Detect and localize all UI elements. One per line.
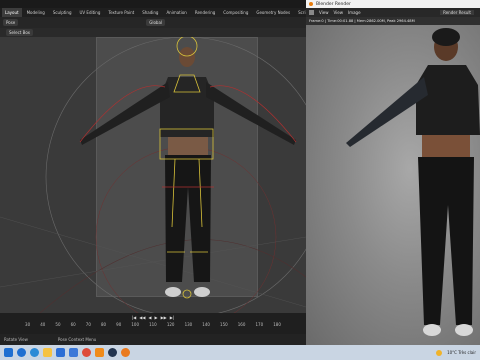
frame-label: 60	[70, 322, 76, 327]
orientation-dropdown[interactable]: Global	[146, 19, 166, 26]
workspace-tab-bar: Layout Modeling Sculpting UV Editing Tex…	[0, 8, 306, 17]
frame-label: 160	[237, 322, 246, 327]
chrome-icon[interactable]	[82, 348, 91, 357]
windows-taskbar: 10°C Très clair	[0, 345, 480, 360]
title-strip	[0, 0, 306, 8]
tab-geometry-nodes[interactable]: Geometry Nodes	[253, 8, 293, 17]
tab-layout[interactable]: Layout	[2, 8, 22, 17]
frame-label: 180	[273, 322, 281, 327]
system-tray: 10°C Très clair	[436, 345, 476, 360]
frame-label: 70	[85, 322, 91, 327]
tab-modeling[interactable]: Modeling	[24, 8, 48, 17]
tab-compositing[interactable]: Compositing	[220, 8, 251, 17]
menu-view-2[interactable]: View	[334, 10, 344, 15]
mail-icon[interactable]	[56, 348, 65, 357]
tab-animation[interactable]: Animation	[163, 8, 189, 17]
tab-texture-paint[interactable]: Texture Paint	[105, 8, 137, 17]
edge-icon[interactable]	[30, 348, 39, 357]
render-slot-dropdown[interactable]: Render Result	[440, 10, 474, 15]
rendered-character	[346, 28, 480, 336]
render-result-image[interactable]	[306, 25, 480, 345]
play-button[interactable]: ▶	[155, 315, 158, 320]
menu-view[interactable]: View	[319, 10, 329, 15]
status-bar: Rotate View Pose Context Menu	[0, 334, 306, 345]
render-info-bar: Frame:0 | Time:00:01.88 | Mem:2862.00M, …	[306, 17, 480, 25]
vlc-icon[interactable]	[95, 348, 104, 357]
frame-label: 80	[100, 322, 107, 327]
render-titlebar: Blender Render	[306, 0, 480, 8]
frame-label: 150	[220, 322, 228, 327]
mode-dropdown[interactable]: Pose	[3, 19, 19, 26]
frame-label: 50	[55, 322, 61, 327]
frame-label: 90	[116, 322, 122, 327]
3d-viewport[interactable]	[0, 37, 306, 313]
menu-image[interactable]: Image	[348, 10, 361, 15]
frame-label: 40	[40, 322, 46, 327]
render-menubar: View View Image Render Result	[306, 8, 480, 17]
render-window: Blender Render View View Image Render Re…	[306, 0, 480, 345]
frame-label: 140	[202, 322, 210, 327]
blender-logo-icon	[309, 2, 313, 6]
tab-sculpting[interactable]: Sculpting	[50, 8, 75, 17]
frame-label: 170	[255, 322, 264, 327]
rig-overlay	[0, 37, 306, 313]
status-hint-context-menu: Pose Context Menu	[57, 337, 97, 342]
weather-icon	[436, 349, 443, 356]
jump-start-button[interactable]: |◀	[132, 315, 136, 320]
frame-label: 120	[166, 322, 175, 327]
play-reverse-button[interactable]: ◀	[148, 315, 151, 320]
character-silhouette	[80, 47, 296, 297]
frame-label: 130	[184, 322, 193, 327]
tool-header: Select Box	[0, 28, 306, 37]
viewport-header: Pose Global	[0, 17, 306, 28]
status-hint-rotate: Rotate View	[4, 337, 28, 342]
explorer-icon[interactable]	[43, 348, 52, 357]
weather-label[interactable]: 10°C Très clair	[447, 350, 476, 355]
select-box-dropdown[interactable]: Select Box	[6, 29, 34, 36]
store-icon[interactable]	[69, 348, 78, 357]
prev-keyframe-button[interactable]: ◀◀	[139, 315, 145, 320]
tab-uv-editing[interactable]: UV Editing	[77, 8, 104, 17]
start-icon[interactable]	[4, 348, 13, 357]
playback-controls: |◀ ◀◀ ◀ ▶ ▶▶ ▶|	[0, 313, 306, 321]
frame-label: 100	[131, 322, 139, 327]
blender-icon[interactable]	[121, 348, 130, 357]
jump-end-button[interactable]: ▶|	[170, 315, 174, 320]
blender-main-window: Layout Modeling Sculpting UV Editing Tex…	[0, 0, 306, 345]
search-icon[interactable]	[17, 348, 26, 357]
tab-shading[interactable]: Shading	[139, 8, 161, 17]
frame-label: 30	[25, 322, 31, 327]
window-title: Blender Render	[316, 1, 351, 7]
steam-icon[interactable]	[108, 348, 117, 357]
next-keyframe-button[interactable]: ▶▶	[161, 315, 167, 320]
tab-rendering[interactable]: Rendering	[192, 8, 218, 17]
tab-scripting[interactable]: Scripting	[295, 8, 306, 17]
frame-label: 110	[149, 322, 157, 327]
editor-type-icon[interactable]	[309, 10, 314, 15]
frame-ruler[interactable]: 30 40 50 60 70 80 90 100 110 120 130 140…	[0, 322, 306, 331]
